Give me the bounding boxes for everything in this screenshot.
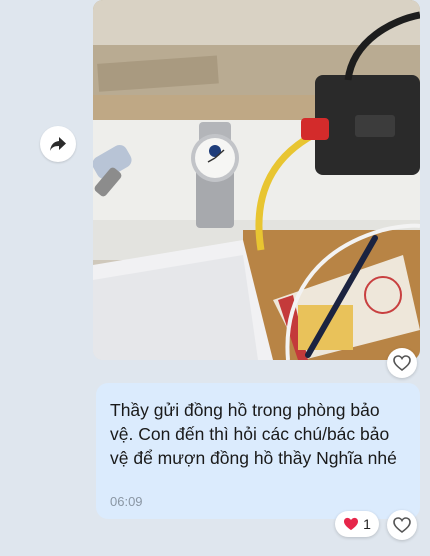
share-forward-icon [50,137,66,151]
photo-attachment[interactable] [93,0,420,360]
chat-area: Thầy gửi đồng hồ trong phòng bảo vệ. Con… [0,0,430,556]
message-react-button[interactable] [387,510,417,540]
reaction-count: 1 [363,516,371,532]
photo-image [93,0,420,360]
heart-outline-icon [393,355,411,371]
forward-button[interactable] [40,126,76,162]
heart-outline-icon [393,517,411,533]
photo-react-button[interactable] [387,348,417,378]
heart-filled-icon [344,517,359,531]
message-time: 06:09 [110,494,143,509]
message-text: Thầy gửi đồng hồ trong phòng bảo vệ. Con… [110,400,397,468]
message-bubble: Thầy gửi đồng hồ trong phòng bảo vệ. Con… [96,383,420,519]
reaction-summary[interactable]: 1 [335,511,379,537]
